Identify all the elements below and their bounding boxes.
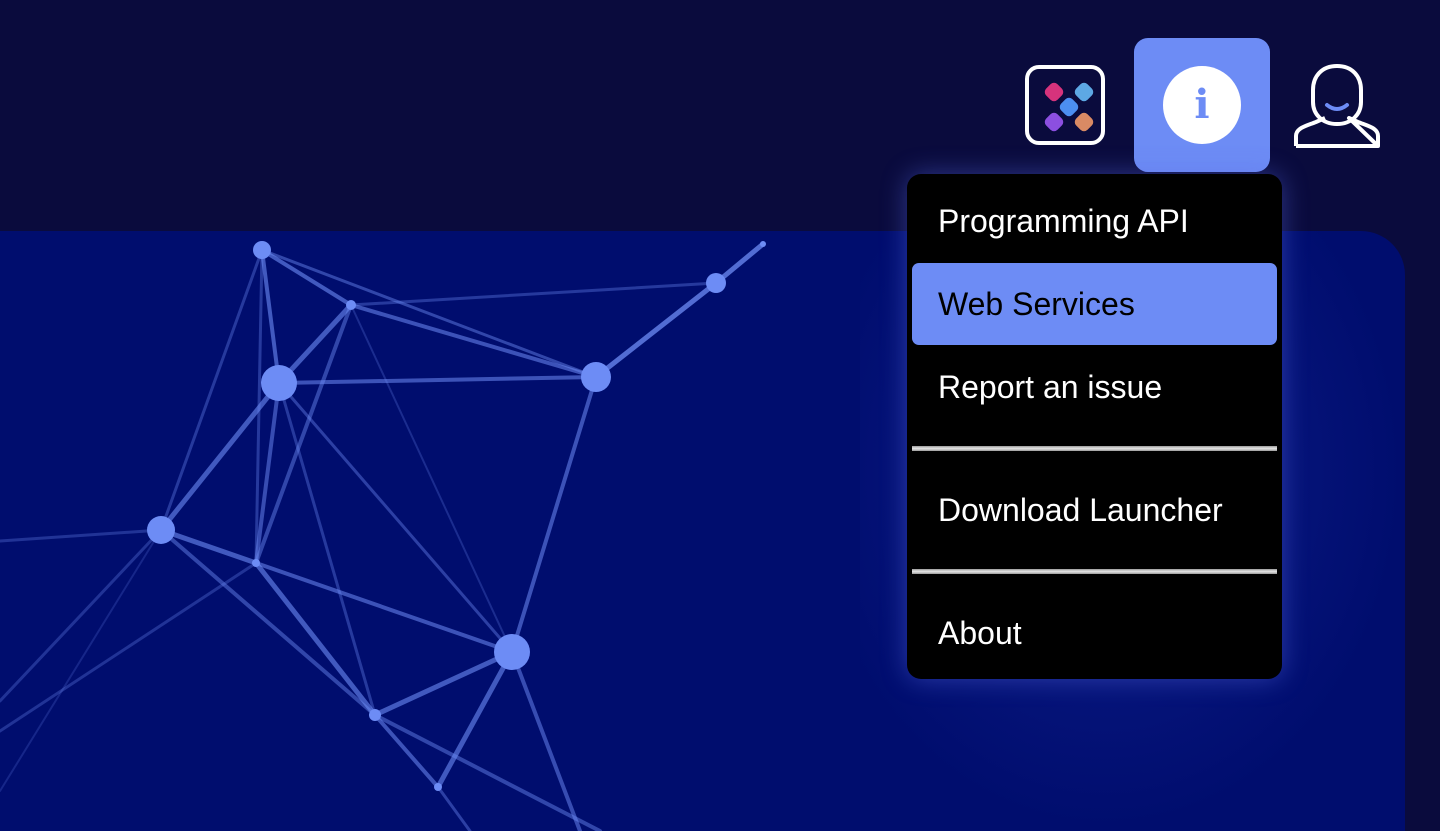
- user-icon: [1294, 63, 1380, 148]
- menu-item-programming-api[interactable]: Programming API: [912, 180, 1277, 262]
- info-dropdown-menu: Programming API Web Services Report an i…: [907, 174, 1282, 679]
- menu-divider: [912, 569, 1277, 574]
- menu-item-web-services[interactable]: Web Services: [912, 263, 1277, 345]
- menu-item-download-launcher[interactable]: Download Launcher: [912, 469, 1277, 551]
- menu-item-report-issue[interactable]: Report an issue: [912, 346, 1277, 428]
- info-button[interactable]: i: [1134, 38, 1270, 172]
- user-button[interactable]: [1292, 62, 1382, 150]
- info-icon: i: [1163, 66, 1241, 144]
- menu-divider: [912, 446, 1277, 451]
- apps-button[interactable]: [1025, 65, 1105, 145]
- menu-item-about[interactable]: About: [912, 592, 1277, 674]
